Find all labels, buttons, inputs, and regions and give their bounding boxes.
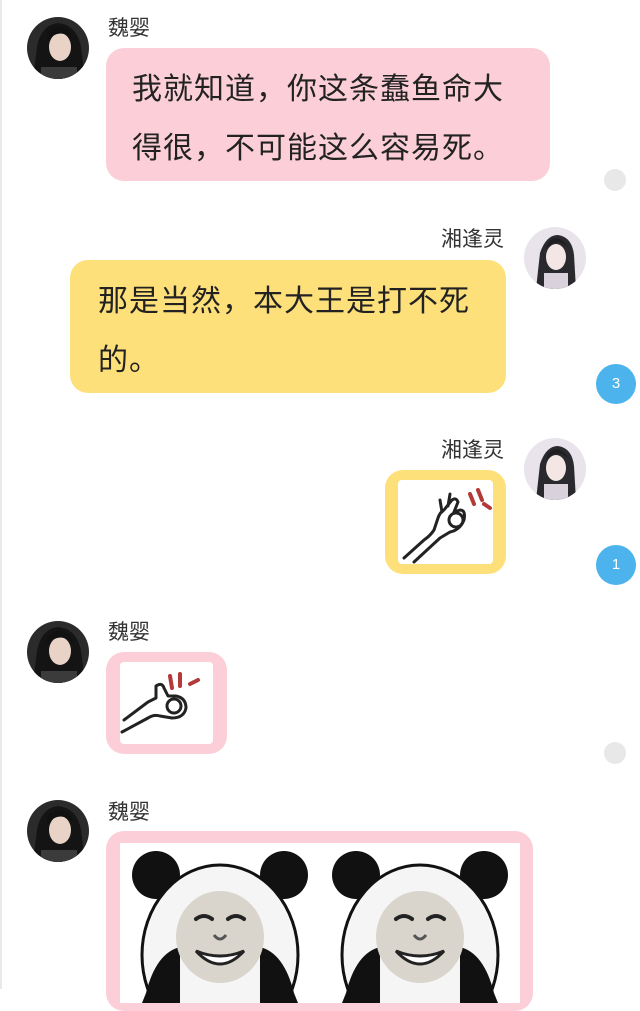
sticker-bubble[interactable] [106,652,227,754]
ok-hand-sticker [120,662,213,744]
message-bubble[interactable]: 那是当然，本大王是打不死 的。 [70,260,506,393]
avatar-xiang-feng-ling[interactable] [524,438,586,500]
unread-count-badge[interactable]: 3 [596,364,636,404]
left-edge-divider [0,0,2,989]
avatar-xiang-feng-ling[interactable] [524,227,586,289]
sticker-bubble[interactable] [385,470,506,574]
read-status-dot [604,742,626,764]
read-status-dot [604,169,626,191]
message-text-line: 得很，不可能这么容易死。 [132,131,504,166]
panda-face-meme [120,843,520,1011]
ok-hand-sticker [398,480,493,564]
avatar-wei-ying[interactable] [27,17,89,79]
message-text-line: 的。 [98,343,160,378]
sticker-bubble[interactable] [106,831,533,1011]
avatar-wei-ying[interactable] [27,621,89,683]
message-text-line: 那是当然，本大王是打不死 [98,284,470,319]
sender-name: 魏婴 [108,800,150,824]
message-bubble[interactable]: 我就知道，你这条蠢鱼命大 得很，不可能这么容易死。 [106,48,550,181]
sender-name: 湘逢灵 [441,227,504,251]
message-text-line: 我就知道，你这条蠢鱼命大 [132,72,504,107]
sender-name: 湘逢灵 [441,438,504,462]
unread-count-badge[interactable]: 1 [596,545,636,585]
sender-name: 魏婴 [108,620,150,644]
avatar-wei-ying[interactable] [27,800,89,862]
sender-name: 魏婴 [108,16,150,40]
